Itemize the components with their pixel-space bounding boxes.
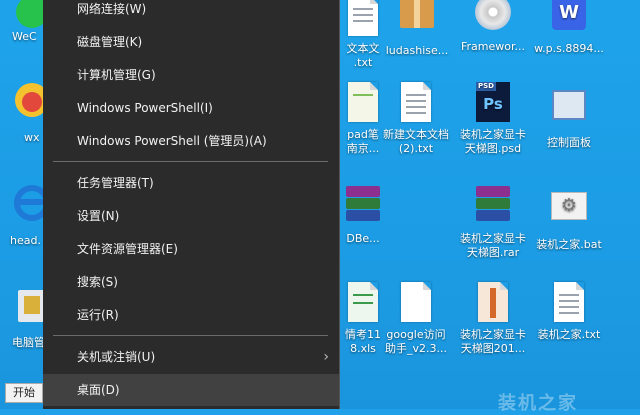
menu-item-label: 关机或注销(U): [77, 350, 156, 364]
archive-icon: [346, 186, 380, 222]
menu-separator: [53, 161, 328, 162]
desktop-icon-bat[interactable]: ⚙ 装机之家.bat: [531, 182, 607, 252]
desktop-icon-label: 天梯图.psd: [464, 142, 522, 155]
menu-item-powershell-admin[interactable]: Windows PowerShell (管理员)(A): [43, 125, 339, 157]
desktop-icon-label: 控制面板: [547, 136, 591, 149]
menu-item-computer-management[interactable]: 计算机管理(G): [43, 59, 339, 91]
wps-icon: W: [552, 0, 586, 30]
desktop-icon-label: 新建文本文档: [383, 128, 449, 141]
pc-manager-label: 电脑管: [12, 336, 45, 349]
head-label: head.: [10, 234, 41, 247]
desktop-icon-label: 装机之家显卡: [460, 232, 526, 245]
desktop-icon-label: (2).txt: [398, 142, 434, 155]
desktop-icon-gpu-image[interactable]: 装机之家显卡 天梯图201...: [455, 282, 531, 356]
menu-item-settings[interactable]: 设置(N): [43, 200, 339, 232]
desktop-icon-label: 天梯图201...: [460, 342, 526, 355]
menu-item-disk-management[interactable]: 磁盘管理(K): [43, 26, 339, 58]
spreadsheet-icon: [348, 282, 378, 322]
desktop-icon-control-panel[interactable]: 控制面板: [531, 82, 607, 150]
desktop-icon-label: 装机之家显卡: [460, 128, 526, 141]
desktop-icon-label: 装机之家显卡: [460, 328, 526, 341]
desktop-icon-label: google访问: [386, 328, 446, 341]
wx-label: wx: [24, 131, 40, 144]
menu-item-file-explorer[interactable]: 文件资源管理器(E): [43, 233, 339, 265]
photoshop-icon: PSD Ps: [476, 82, 510, 122]
desktop-icon-wps[interactable]: W w.p.s.8894...: [531, 0, 607, 56]
desktop-icon-gpu-psd[interactable]: PSD Ps 装机之家显卡 天梯图.psd: [455, 82, 531, 156]
package-icon: [400, 0, 434, 28]
menu-item-network-connections[interactable]: 网络连接(W): [43, 0, 339, 25]
desktop-icon-google-helper[interactable]: google访问 助手_v2.3...: [378, 282, 454, 356]
notepad-icon: [348, 82, 378, 122]
gear-icon: ⚙: [551, 192, 587, 220]
desktop-icon-ludashi[interactable]: ludashise...: [379, 0, 455, 58]
image-file-icon: [478, 282, 508, 322]
desktop-icon-framework[interactable]: Framewor...: [455, 0, 531, 54]
watermark: 装机之家: [498, 393, 578, 414]
desktop-icon-label: 助手_v2.3...: [385, 342, 447, 355]
menu-item-shutdown-signout[interactable]: 关机或注销(U) ›: [43, 341, 339, 373]
desktop-icon-gpu-rar[interactable]: 装机之家显卡 天梯图.rar: [455, 182, 531, 260]
desktop-icon-label: w.p.s.8894...: [534, 42, 604, 55]
menu-item-run[interactable]: 运行(R): [43, 299, 339, 331]
text-file-icon: [348, 0, 378, 36]
desktop-icon-txt[interactable]: 装机之家.txt: [531, 282, 607, 342]
menu-item-powershell[interactable]: Windows PowerShell(I): [43, 92, 339, 124]
blank-file-icon: [401, 282, 431, 322]
desktop-icon-label: 装机之家.txt: [537, 328, 601, 341]
control-panel-icon: [552, 90, 586, 120]
desktop-icon-label: ludashise...: [385, 44, 449, 57]
text-file-icon: [401, 82, 431, 122]
menu-item-search[interactable]: 搜索(S): [43, 266, 339, 298]
text-file-icon: [554, 282, 584, 322]
desktop-icon-label: 装机之家.bat: [536, 238, 602, 251]
desktop-icon-new-text-doc[interactable]: 新建文本文档 (2).txt: [378, 82, 454, 156]
archive-icon: [476, 186, 510, 222]
start-button[interactable]: 开始: [5, 383, 43, 403]
chevron-right-icon: ›: [323, 349, 329, 365]
desktop-icon-label: 天梯图.rar: [466, 246, 520, 259]
desktop-icon-label: Framewor...: [460, 40, 525, 53]
menu-item-task-manager[interactable]: 任务管理器(T): [43, 167, 339, 199]
menu-separator: [53, 335, 328, 336]
menu-item-desktop[interactable]: 桌面(D): [43, 374, 339, 406]
wechat-label: WeC: [12, 30, 37, 43]
installer-disc-icon: [475, 0, 511, 30]
winx-context-menu: 网络连接(W) 磁盘管理(K) 计算机管理(G) Windows PowerSh…: [43, 0, 340, 409]
